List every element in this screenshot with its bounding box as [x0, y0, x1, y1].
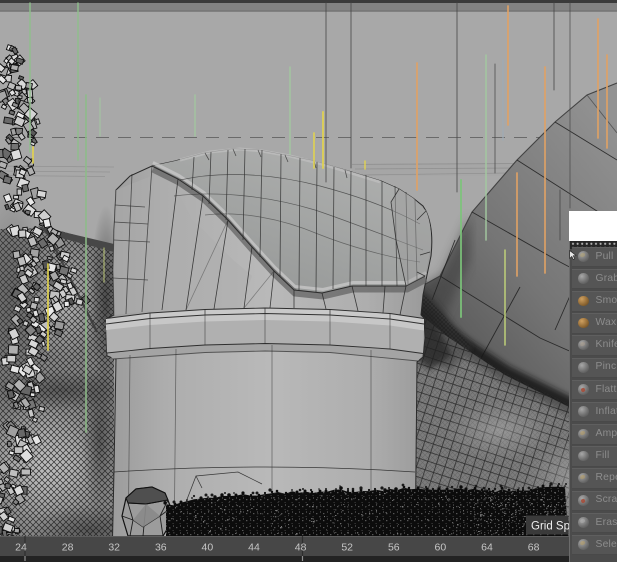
svg-text:68: 68 — [528, 542, 540, 554]
svg-text:36: 36 — [155, 542, 167, 554]
svg-text:24: 24 — [15, 542, 27, 554]
svg-text:32: 32 — [108, 542, 120, 554]
svg-text:Grid Sp: Grid Sp — [531, 521, 570, 533]
svg-text:28: 28 — [62, 542, 74, 554]
svg-text:64: 64 — [481, 542, 493, 554]
svg-text:48: 48 — [295, 542, 307, 554]
svg-text:40: 40 — [202, 542, 214, 554]
svg-text:56: 56 — [388, 542, 400, 554]
svg-text:52: 52 — [341, 542, 353, 554]
svg-text:44: 44 — [248, 542, 260, 554]
svg-text:60: 60 — [435, 542, 447, 554]
